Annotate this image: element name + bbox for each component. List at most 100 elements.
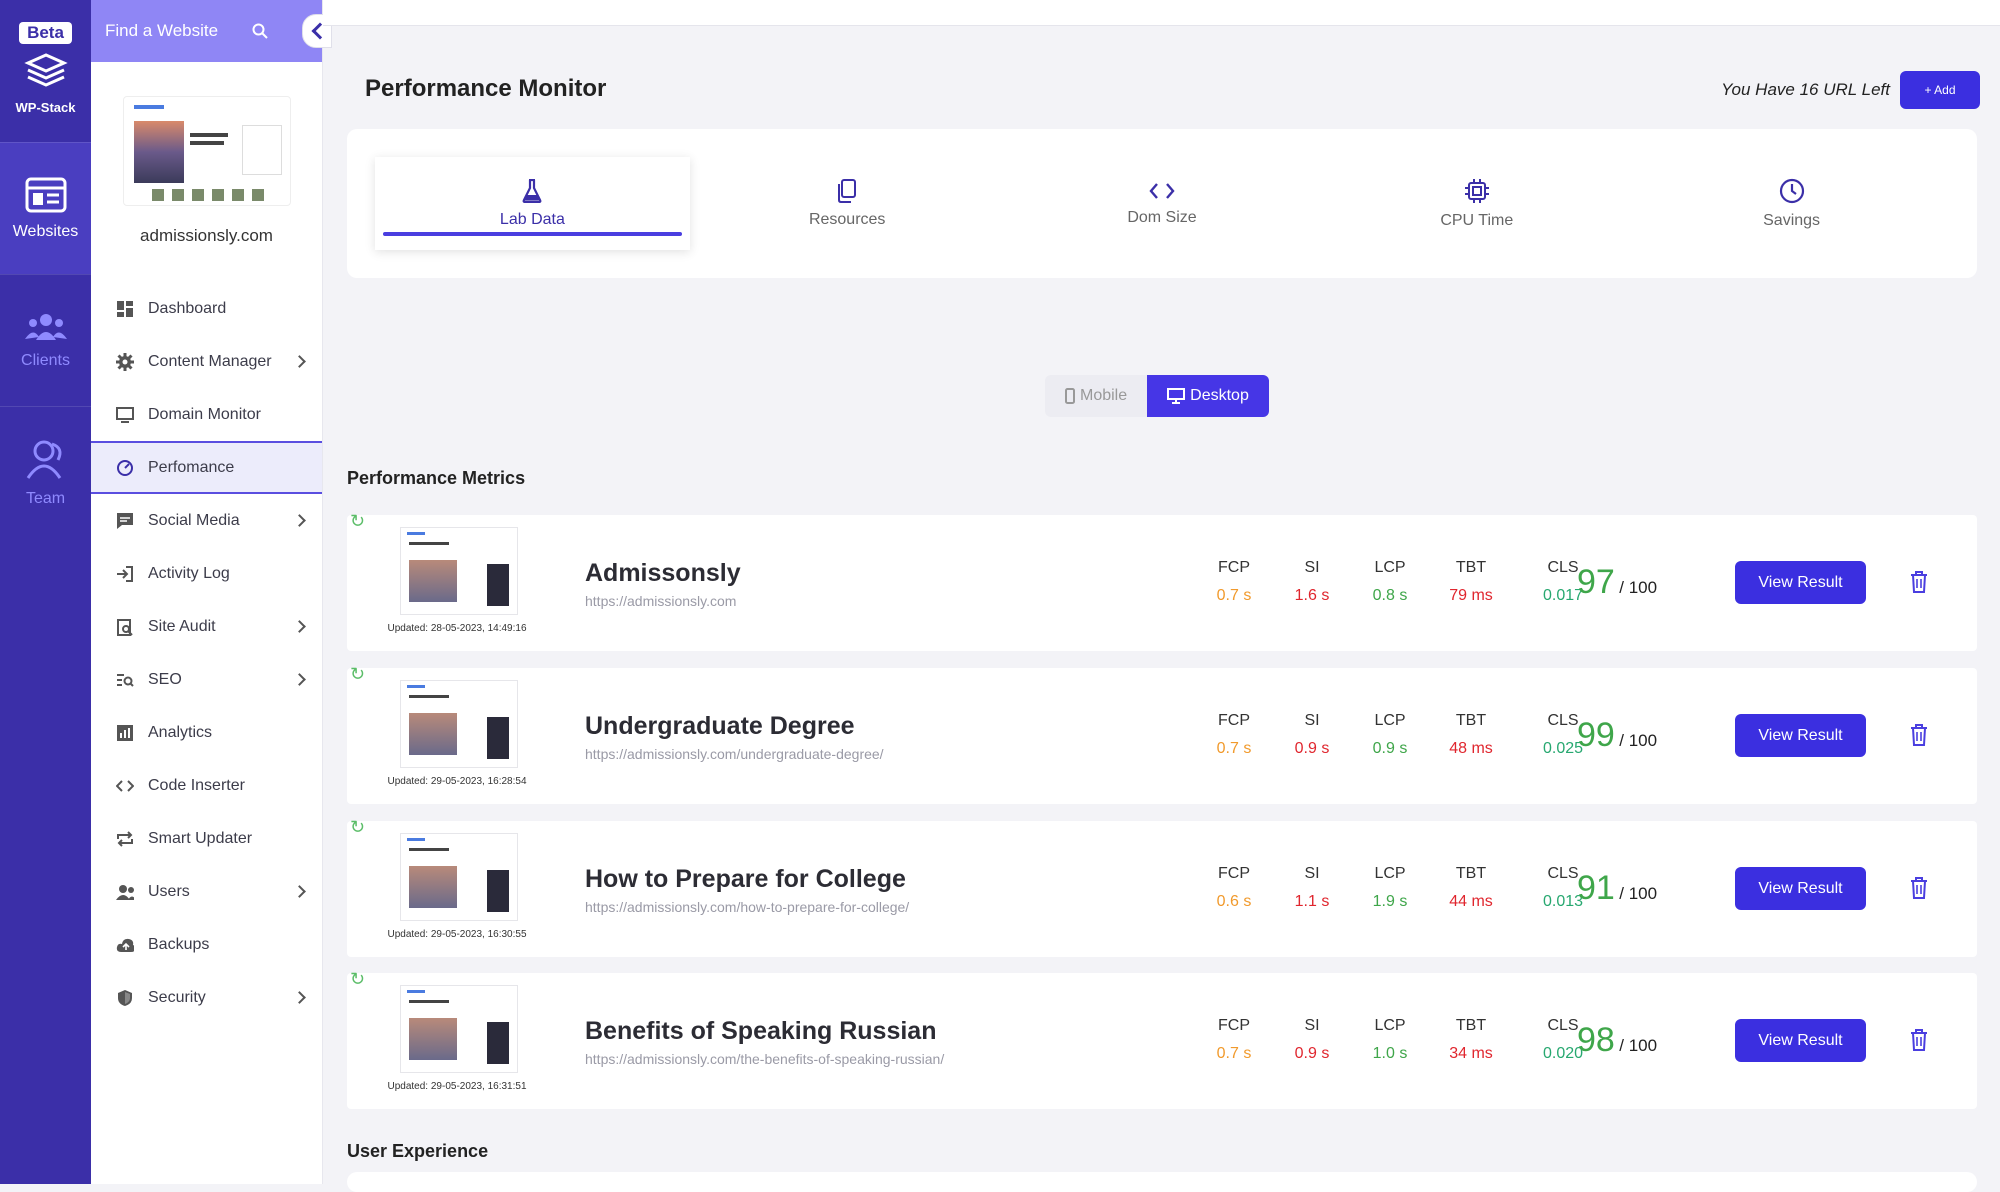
refresh-icon[interactable]: ↻ [350, 969, 365, 990]
score-value: 91 [1577, 869, 1615, 907]
metric-tbt: TBT 79 ms [1436, 559, 1506, 605]
mobile-toggle[interactable]: Mobile [1045, 375, 1148, 417]
metric-si: SI 0.9 s [1277, 1017, 1347, 1063]
trash-icon[interactable] [1910, 571, 1928, 593]
metric-key: FCP [1218, 712, 1250, 729]
device-toggle: Mobile Desktop [1045, 375, 1269, 417]
metric-si: SI 1.1 s [1277, 865, 1347, 911]
updated-timestamp: Updated: 28-05-2023, 14:49:16 [387, 623, 527, 634]
metric-value: 1.6 s [1294, 587, 1330, 604]
metric-key: FCP [1218, 1017, 1250, 1034]
metric-value: 0.7 s [1216, 587, 1252, 604]
menu-label: Analytics [148, 723, 213, 741]
trash-icon[interactable] [1910, 724, 1928, 746]
score-value: 99 [1577, 716, 1615, 754]
menu-label: Dashboard [148, 299, 227, 317]
menu-code-inserter[interactable]: Code Inserter [91, 759, 322, 812]
stack-logo-icon [23, 53, 68, 87]
menu-dashboard[interactable]: Dashboard [91, 282, 322, 335]
rail-clients-label: Clients [21, 351, 70, 369]
menu-social-media[interactable]: Social Media [91, 494, 322, 547]
chevron-right-icon [293, 991, 306, 1004]
refresh-icon[interactable]: ↻ [350, 817, 365, 838]
desktop-toggle[interactable]: Desktop [1147, 375, 1269, 417]
user-experience-card [347, 1172, 1977, 1192]
menu-backups[interactable]: Backups [91, 918, 322, 971]
url-quota-text: You Have 16 URL Left [1721, 80, 1890, 99]
view-result-button[interactable]: View Result [1735, 1019, 1866, 1062]
team-icon [26, 440, 61, 479]
chevron-right-icon [293, 620, 306, 633]
search-icon[interactable] [252, 23, 268, 39]
menu-security[interactable]: Security [91, 971, 322, 1024]
rail-websites[interactable]: Websites [0, 142, 91, 274]
mobile-label: Mobile [1080, 387, 1128, 404]
trash-icon[interactable] [1910, 877, 1928, 899]
menu-performance[interactable]: Perfomance [91, 441, 322, 494]
page-thumbnail [400, 680, 518, 768]
phone-icon [1065, 388, 1075, 404]
desktop-label: Desktop [1190, 387, 1249, 404]
page-url[interactable]: https://admissionsly.com/undergraduate-d… [585, 746, 884, 762]
menu-label: Code Inserter [148, 776, 245, 794]
metric-key: LCP [1374, 712, 1406, 729]
page-thumbnail [400, 985, 518, 1073]
clock-icon [1779, 178, 1804, 203]
menu-site-audit[interactable]: Site Audit [91, 600, 322, 653]
trash-icon[interactable] [1910, 1029, 1928, 1051]
tab-cpu-time[interactable]: CPU Time [1319, 157, 1634, 250]
brand[interactable]: Beta WP-Stack [0, 0, 91, 142]
tab-lab-data[interactable]: Lab Data [375, 157, 690, 250]
performance-score: 97 / 100 [1577, 563, 1657, 602]
menu-smart-updater[interactable]: Smart Updater [91, 812, 322, 865]
metric-lcp: LCP 0.9 s [1355, 712, 1425, 758]
menu-domain-monitor[interactable]: Domain Monitor [91, 388, 322, 441]
page-title[interactable]: Admissonsly [585, 559, 741, 588]
copy-icon [838, 178, 857, 203]
rail-clients[interactable]: Clients [0, 274, 91, 406]
menu-users[interactable]: Users [91, 865, 322, 918]
metric-value: 79 ms [1449, 587, 1493, 604]
menu-label: Backups [148, 935, 210, 953]
metric-fcp: FCP 0.7 s [1199, 712, 1269, 758]
page-title[interactable]: How to Prepare for College [585, 865, 906, 894]
metric-value: 0.9 s [1372, 740, 1408, 757]
audit-icon [116, 618, 134, 636]
add-url-button[interactable]: + Add [1900, 71, 1980, 109]
rail-team[interactable]: Team [0, 406, 91, 538]
menu-label: Security [148, 988, 206, 1006]
brand-name: WP-Stack [15, 100, 76, 115]
score-denominator: / 100 [1619, 1036, 1658, 1055]
page-thumbnail [400, 527, 518, 615]
score-denominator: / 100 [1619, 884, 1658, 903]
page-url[interactable]: https://admissionsly.com/how-to-prepare-… [585, 899, 909, 915]
refresh-icon[interactable]: ↻ [350, 664, 365, 685]
search-input[interactable]: Find a Website [105, 21, 252, 41]
menu-seo[interactable]: SEO [91, 653, 322, 706]
page-url[interactable]: https://admissionsly.com [585, 593, 736, 609]
refresh-icon[interactable]: ↻ [350, 511, 365, 532]
metric-tbt: TBT 44 ms [1436, 865, 1506, 911]
tab-resources[interactable]: Resources [690, 157, 1005, 250]
website-search[interactable]: Find a Website [91, 0, 332, 62]
menu-analytics[interactable]: Analytics [91, 706, 322, 759]
metric-value: 0.9 s [1294, 740, 1330, 757]
menu-activity-log[interactable]: Activity Log [91, 547, 322, 600]
metric-key: SI [1304, 712, 1320, 729]
tab-dom-size[interactable]: Dom Size [1005, 157, 1320, 250]
metric-lcp: LCP 1.0 s [1355, 1017, 1425, 1063]
view-result-button[interactable]: View Result [1735, 867, 1866, 910]
performance-score: 91 / 100 [1577, 869, 1657, 908]
view-result-button[interactable]: View Result [1735, 561, 1866, 604]
view-result-button[interactable]: View Result [1735, 714, 1866, 757]
metric-si: SI 1.6 s [1277, 559, 1347, 605]
page-title[interactable]: Undergraduate Degree [585, 712, 855, 741]
performance-score: 99 / 100 [1577, 716, 1657, 755]
tab-savings[interactable]: Savings [1634, 157, 1949, 250]
menu-content-manager[interactable]: Content Manager [91, 335, 322, 388]
gear-icon [116, 352, 134, 371]
metric-row: ↻ Updated: 29-05-2023, 16:30:55 How to Pre… [347, 817, 1977, 957]
page-url[interactable]: https://admissionsly.com/the-benefits-of… [585, 1051, 944, 1067]
page-title[interactable]: Benefits of Speaking Russian [585, 1017, 936, 1046]
metric-value: 0.7 s [1216, 740, 1252, 757]
